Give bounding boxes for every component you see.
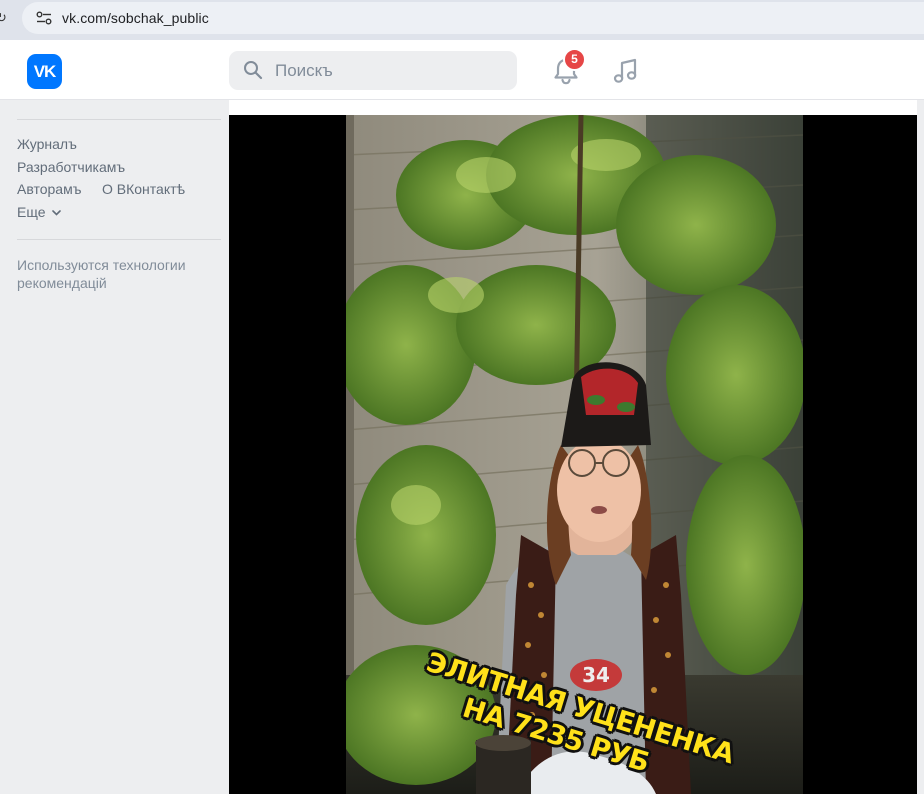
recommendation-tech-note[interactable]: Используются технологии рекомендацій — [17, 256, 217, 292]
music-note-icon[interactable] — [609, 54, 643, 88]
sidebar-divider — [17, 239, 221, 240]
page-edge — [917, 100, 924, 794]
site-info-icon[interactable] — [36, 11, 52, 25]
sidebar-link-about[interactable]: О ВКонтактѣ — [102, 181, 185, 197]
search-icon — [244, 61, 263, 80]
sidebar-link-developers[interactable]: Разработчикамъ — [17, 159, 125, 175]
vk-top-header: VK 5 — [0, 40, 924, 100]
search-input[interactable] — [275, 51, 505, 90]
vk-logo-icon[interactable]: VK — [27, 54, 62, 89]
sidebar-link-more[interactable]: Еще — [17, 204, 61, 220]
video-player[interactable]: 34 ЭЛИТНАЯ УЦЕНЕНКА НА 7235 РУБ — [229, 115, 917, 794]
sidebar-link-journal[interactable]: Журналъ — [17, 136, 77, 152]
chevron-down-icon — [51, 210, 61, 216]
notifications-badge: 5 — [563, 48, 586, 71]
content-card-top — [229, 100, 917, 115]
url-text[interactable]: vk.com/sobchak_public — [62, 10, 209, 26]
browser-address-bar: ↻ vk.com/sobchak_public — [0, 0, 924, 40]
search-box[interactable] — [229, 51, 517, 90]
sidebar-more-label: Еще — [17, 204, 46, 220]
reload-icon[interactable]: ↻ — [0, 10, 7, 26]
shirt-number: 34 — [582, 663, 610, 687]
left-sidebar: Журналъ Разработчикамъ Авторамъ О ВКонта… — [0, 100, 229, 794]
sidebar-link-authors[interactable]: Авторамъ — [17, 181, 81, 197]
omnibox[interactable]: vk.com/sobchak_public — [22, 2, 924, 34]
sidebar-divider — [17, 119, 221, 120]
